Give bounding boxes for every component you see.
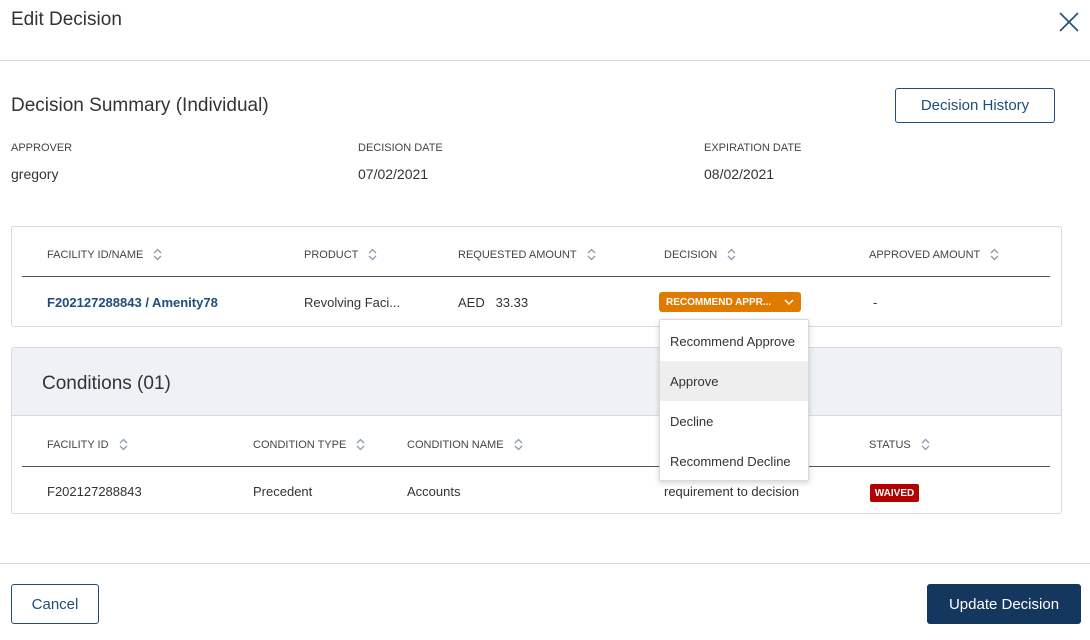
column-header-status[interactable]: STATUS [869,438,930,451]
conditions-header: Conditions (01) [12,348,1061,416]
sort-icon [514,438,523,451]
sort-icon [153,248,162,261]
sort-icon [119,438,128,451]
decision-select[interactable]: RECOMMEND APPR... [659,292,801,312]
column-header-label: CONDITION TYPE [253,438,347,451]
column-header-label: STATUS [869,438,911,451]
footer-divider [0,563,1090,564]
expiration-date-value: 08/02/2021 [704,166,775,182]
sort-icon [368,248,377,261]
close-icon [1059,12,1079,32]
cancel-button[interactable]: Cancel [11,584,99,624]
approved-amount-cell: - [873,295,878,310]
amount-value: 33.33 [495,295,529,310]
condition-facility-id-cell: F202127288843 [47,484,142,499]
product-cell: Revolving Faci... [304,295,401,310]
condition-name-cell: Accounts [407,484,461,499]
approver-label: APPROVER [11,142,73,154]
decision-summary-title: Decision Summary (Individual) [11,95,269,116]
column-header-condition-name[interactable]: CONDITION NAME [407,438,523,451]
column-header-decision[interactable]: DECISION [664,248,736,261]
requested-amount-cell: AED 33.33 [458,295,528,310]
facility-link[interactable]: F202127288843 / Amenity78 [47,295,218,310]
column-header-condition-type[interactable]: CONDITION TYPE [253,438,365,451]
column-header-label: FACILITY ID/NAME [47,248,144,261]
column-header-facility-id[interactable]: FACILITY ID [47,438,128,451]
column-header-label: CONDITION NAME [407,438,504,451]
sort-icon [356,438,365,451]
chevron-down-icon [784,299,794,306]
conditions-header-divider [22,466,1050,467]
column-header-facility[interactable]: FACILITY ID/NAME [47,248,162,261]
column-header-label: DECISION [664,248,718,261]
dropdown-option-decline[interactable]: Decline [660,401,808,441]
column-header-requested-amount[interactable]: REQUESTED AMOUNT [458,248,596,261]
modal-title: Edit Decision [11,9,122,30]
column-header-approved-amount[interactable]: APPROVED AMOUNT [869,248,999,261]
expiration-date-label: EXPIRATION DATE [704,142,802,154]
column-header-label: PRODUCT [304,248,359,261]
decision-select-value: RECOMMEND APPR... [666,296,772,308]
status-badge: WAIVED [870,484,919,502]
column-header-product[interactable]: PRODUCT [304,248,377,261]
decision-dropdown-menu: Recommend Approve Approve Decline Recomm… [659,319,809,481]
column-header-label: FACILITY ID [47,438,109,451]
approver-value: gregory [11,166,59,182]
decision-history-button[interactable]: Decision History [895,88,1055,123]
dropdown-option-recommend-approve[interactable]: Recommend Approve [660,321,808,361]
dropdown-option-approve[interactable]: Approve [660,361,808,401]
sort-icon [990,248,999,261]
table-header-divider [22,276,1050,277]
sort-icon [727,248,736,261]
decision-date-label: DECISION DATE [358,142,443,154]
update-decision-button[interactable]: Update Decision [927,584,1081,624]
modal-header: Edit Decision [0,0,1090,61]
condition-type-cell: Precedent [253,484,313,499]
condition-description-cell: requirement to decision [664,484,800,499]
dropdown-option-recommend-decline[interactable]: Recommend Decline [660,441,808,481]
conditions-title: Conditions (01) [42,373,171,394]
column-header-label: APPROVED AMOUNT [869,248,981,261]
close-button[interactable] [1056,9,1082,35]
currency-code: AED [458,295,485,310]
decision-date-value: 07/02/2021 [358,166,429,182]
sort-icon [921,438,930,451]
sort-icon [587,248,596,261]
column-header-label: REQUESTED AMOUNT [458,248,577,261]
